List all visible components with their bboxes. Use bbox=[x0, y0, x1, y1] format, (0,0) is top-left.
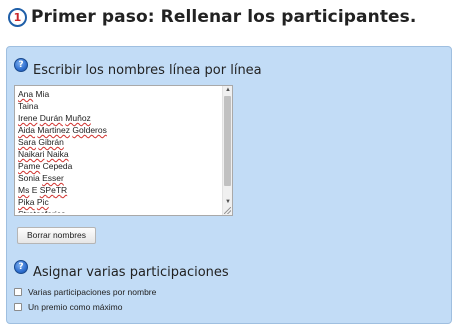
step-header: 1 Primer paso: Rellenar los participante… bbox=[8, 7, 416, 27]
name-line: Taina bbox=[18, 101, 39, 111]
name-line: Pame Cepeda bbox=[18, 161, 73, 171]
names-textarea[interactable]: Ana Mia Taina Irene Durán Muñoz Aida Mar… bbox=[14, 85, 233, 216]
name-line: Aida Martinez Golderos bbox=[18, 125, 107, 135]
name-line: Stratosferica bbox=[18, 208, 220, 213]
multiple-entries-checkbox[interactable] bbox=[14, 288, 22, 296]
help-icon[interactable]: ? bbox=[14, 260, 28, 274]
name-line: Pika Pic bbox=[18, 197, 49, 207]
help-icon[interactable]: ? bbox=[14, 58, 28, 72]
clear-names-button[interactable]: Borrar nombres bbox=[17, 227, 96, 244]
names-list: Ana Mia Taina Irene Durán Muñoz Aida Mar… bbox=[18, 88, 220, 213]
scroll-down-icon[interactable]: ▼ bbox=[223, 198, 233, 207]
textarea-scrollbar[interactable]: ▲ ▼ bbox=[222, 86, 232, 215]
name-line: Sara Gibrán bbox=[18, 137, 64, 147]
page-title: Primer paso: Rellenar los participantes. bbox=[31, 7, 417, 27]
name-line: Ms E SPeTR bbox=[18, 185, 68, 195]
scroll-thumb[interactable] bbox=[224, 96, 231, 186]
option-label: Varias participaciones por nombre bbox=[28, 287, 157, 297]
name-line: Irene Durán Muñoz bbox=[18, 113, 91, 123]
scroll-up-icon[interactable]: ▲ bbox=[223, 86, 233, 95]
participants-panel: ? Escribir los nombres línea por línea A… bbox=[6, 46, 452, 324]
max-one-prize-checkbox[interactable] bbox=[14, 303, 22, 311]
name-line: Ana Mia bbox=[18, 89, 50, 99]
name-line: Sonia Esser bbox=[18, 173, 64, 183]
step-number-badge: 1 bbox=[8, 7, 27, 27]
resize-grip-icon[interactable] bbox=[224, 207, 231, 214]
option-max-one-prize[interactable]: Un premio como máximo bbox=[14, 302, 122, 312]
name-line: Naikari Naika bbox=[18, 149, 69, 159]
option-multiple-entries[interactable]: Varias participaciones por nombre bbox=[14, 287, 156, 297]
assign-section-heading: Asignar varias participaciones bbox=[33, 265, 229, 280]
option-label: Un premio como máximo bbox=[28, 302, 123, 312]
names-section-heading: Escribir los nombres línea por línea bbox=[33, 63, 262, 78]
